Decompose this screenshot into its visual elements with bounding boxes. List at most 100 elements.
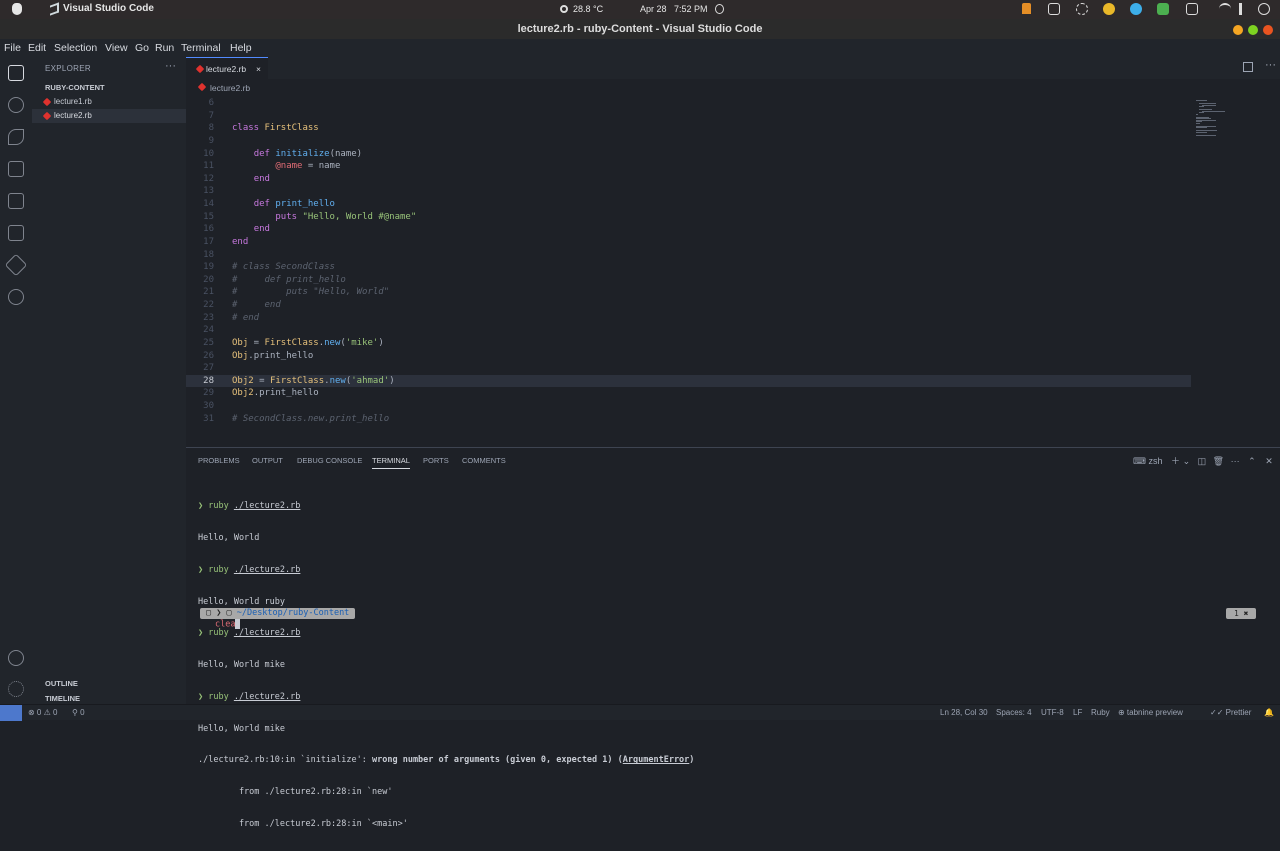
code-line[interactable]: 28 Obj2 = FirstClass.new('ahmad')	[186, 374, 1191, 388]
close-tab-icon[interactable]: ×	[256, 58, 261, 80]
editor-more-icon[interactable]: ···	[1265, 59, 1276, 71]
minimize-button[interactable]	[1233, 25, 1243, 35]
language-mode[interactable]: Ruby	[1091, 708, 1110, 717]
notifications-icon[interactable]: 🔔	[1264, 708, 1274, 717]
maximize-panel-icon[interactable]: ⌃	[1248, 456, 1256, 466]
alarm-icon[interactable]	[715, 4, 724, 14]
code-line[interactable]: 22 # end	[186, 299, 1191, 312]
problems-count[interactable]: ⊗ 0 ⚠ 0	[28, 708, 57, 717]
code-line[interactable]: 20 # def print_hello	[186, 274, 1191, 287]
code-line[interactable]: 9	[186, 135, 1191, 148]
file-lecture2[interactable]: lecture2.rb	[32, 109, 186, 123]
ports-count[interactable]: ⚲ 0	[72, 708, 85, 717]
timeline-section[interactable]: TIMELINE	[45, 694, 80, 703]
code-line[interactable]: 25 Obj = FirstClass.new('mike')	[186, 337, 1191, 350]
code-line[interactable]: 30	[186, 400, 1191, 413]
new-terminal-icon[interactable]: ＋	[1171, 456, 1180, 466]
prettier-status[interactable]: ✓✓ Prettier	[1210, 708, 1251, 717]
cursor-position[interactable]: Ln 28, Col 30	[940, 708, 988, 717]
tab-lecture2[interactable]: lecture2.rb ×	[186, 57, 268, 79]
extension-icon[interactable]	[1186, 3, 1198, 15]
code-line[interactable]: 27	[186, 362, 1191, 375]
run-debug-icon[interactable]	[8, 161, 24, 177]
trash-icon[interactable]: 🗑	[1213, 456, 1224, 466]
encoding[interactable]: UTF-8	[1041, 708, 1064, 717]
code-line[interactable]: 14 def print_hello	[186, 198, 1191, 211]
maximize-button[interactable]	[1248, 25, 1258, 35]
more-icon[interactable]: ···	[1231, 456, 1240, 466]
apple-icon[interactable]	[12, 3, 22, 15]
source-control-icon[interactable]	[8, 129, 24, 145]
browser-icon[interactable]	[1130, 3, 1142, 15]
terminal-input[interactable]: clea	[215, 619, 241, 630]
code-line[interactable]: 6	[186, 97, 1191, 110]
indentation[interactable]: Spaces: 4	[996, 708, 1032, 717]
minimap[interactable]	[1196, 97, 1226, 137]
code-line[interactable]: 23 # end	[186, 312, 1191, 325]
code-editor[interactable]: 6 7 8 class FirstClass 9 10 def initialize(na…	[186, 95, 1280, 447]
chevron-down-icon[interactable]: ⌄	[1183, 456, 1191, 466]
remote-icon[interactable]	[0, 705, 22, 721]
code-line[interactable]: 15 puts "Hello, World #@name"	[186, 211, 1191, 224]
code-line[interactable]: 11 @name = name	[186, 160, 1191, 173]
code-line[interactable]: 19 # class SecondClass	[186, 261, 1191, 274]
close-window-button[interactable]	[1263, 25, 1273, 35]
code-line[interactable]: 24	[186, 324, 1191, 337]
temperature[interactable]: 28.8 °C	[573, 4, 603, 14]
account-icon[interactable]	[8, 650, 24, 666]
active-app-name[interactable]: Visual Studio Code	[63, 3, 154, 14]
split-editor-icon[interactable]	[1243, 62, 1253, 72]
code-line[interactable]: 16 end	[186, 223, 1191, 236]
code-line[interactable]: 12 end	[186, 173, 1191, 186]
code-line[interactable]: 8 class FirstClass	[186, 122, 1191, 135]
close-panel-icon[interactable]: ✕	[1265, 456, 1273, 466]
menu-help[interactable]: Help	[230, 42, 252, 54]
tab-output[interactable]: OUTPUT	[252, 456, 283, 465]
wifi-icon[interactable]	[1219, 3, 1231, 15]
shell-name[interactable]: zsh	[1149, 456, 1163, 466]
screen-icon[interactable]	[1048, 3, 1060, 15]
tab-ports[interactable]: PORTS	[423, 456, 449, 465]
shield-icon[interactable]	[1157, 3, 1169, 15]
tab-terminal[interactable]: TERMINAL	[372, 456, 410, 469]
end-of-line[interactable]: LF	[1073, 708, 1082, 717]
docker-icon[interactable]	[4, 253, 28, 277]
clock[interactable]: 7:52 PM	[674, 4, 708, 14]
breadcrumb-file[interactable]: lecture2.rb	[210, 83, 250, 93]
extensions-icon[interactable]	[8, 193, 24, 209]
code-line[interactable]: 18	[186, 249, 1191, 262]
menu-view[interactable]: View	[105, 42, 128, 54]
menu-go[interactable]: Go	[135, 42, 149, 54]
code-line[interactable]: 7	[186, 110, 1191, 123]
menu-edit[interactable]: Edit	[28, 42, 46, 54]
menu-selection[interactable]: Selection	[54, 42, 97, 54]
split-terminal-icon[interactable]: ◫	[1198, 456, 1207, 466]
search-icon[interactable]	[8, 97, 24, 113]
gear-icon[interactable]	[8, 681, 24, 697]
remote-explorer-icon[interactable]	[8, 225, 24, 241]
tab-problems[interactable]: PROBLEMS	[198, 456, 240, 465]
menu-run[interactable]: Run	[155, 42, 174, 54]
code-line[interactable]: 31 # SecondClass.new.print_hello	[186, 413, 1191, 426]
volume-icon[interactable]	[1239, 3, 1247, 15]
tab-debug-console[interactable]: DEBUG CONSOLE	[297, 456, 362, 465]
explorer-more-icon[interactable]: ···	[165, 60, 176, 72]
code-line[interactable]: 29 Obj2.print_hello	[186, 387, 1191, 400]
chrome-icon[interactable]	[1103, 3, 1115, 15]
folder-ruby-content[interactable]: RUBY-CONTENT	[45, 83, 105, 92]
outline-section[interactable]: OUTLINE	[45, 679, 78, 688]
date[interactable]: Apr 28	[640, 4, 667, 14]
menu-file[interactable]: File	[4, 42, 21, 54]
bluetooth-icon[interactable]	[1076, 3, 1088, 15]
vlc-icon[interactable]	[1022, 3, 1031, 14]
power-icon[interactable]	[1258, 3, 1270, 15]
menu-terminal[interactable]: Terminal	[181, 42, 221, 54]
file-lecture1[interactable]: lecture1.rb	[32, 95, 186, 109]
code-line[interactable]: 26 Obj.print_hello	[186, 350, 1191, 363]
explorer-icon[interactable]	[8, 65, 24, 81]
live-share-icon[interactable]	[8, 289, 24, 305]
code-line[interactable]: 13	[186, 185, 1191, 198]
terminal-output[interactable]: ❯ ruby ./lecture2.rb Hello, World ❯ ruby…	[198, 480, 694, 851]
code-line[interactable]: 17 end	[186, 236, 1191, 249]
code-line[interactable]: 21 # puts "Hello, World"	[186, 286, 1191, 299]
